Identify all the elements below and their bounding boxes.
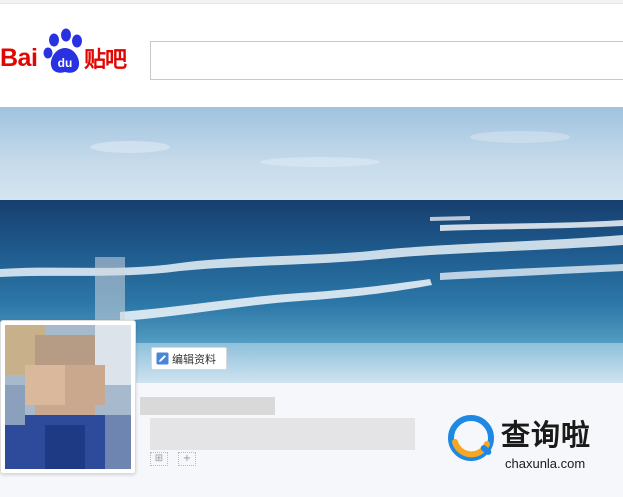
- edit-pencil-icon: [156, 352, 169, 365]
- avatar: [5, 325, 131, 469]
- watermark-domain: chaxunla.com: [505, 456, 586, 471]
- username-blurred: [140, 397, 275, 415]
- logo-du-text: du: [58, 56, 73, 70]
- header: Bai du 贴吧: [0, 4, 623, 106]
- avatar-frame[interactable]: [0, 320, 136, 474]
- edit-profile-label: 编辑资料: [172, 352, 216, 366]
- search-input[interactable]: [151, 42, 623, 79]
- user-info-blurred: [150, 418, 415, 450]
- tieba-profile-page: Bai du 贴吧 编辑资料 ⊞ + 查询啦 chaxunla.com: [0, 0, 623, 497]
- edit-profile-button[interactable]: 编辑资料: [151, 347, 227, 370]
- logo-bai-text: Bai: [0, 44, 38, 72]
- watermark-title: 查询啦: [501, 418, 592, 452]
- gender-icon: ⊞: [150, 452, 168, 466]
- baidu-paw-icon: du: [43, 28, 82, 73]
- logo-tieba-text: 贴吧: [84, 48, 127, 73]
- search-box[interactable]: [150, 41, 623, 80]
- baidu-tieba-logo[interactable]: Bai du 贴吧: [0, 28, 140, 80]
- add-icon[interactable]: +: [178, 452, 196, 466]
- chaxunla-watermark: 查询啦 chaxunla.com: [443, 408, 613, 482]
- chaxunla-logo-icon: [448, 415, 494, 461]
